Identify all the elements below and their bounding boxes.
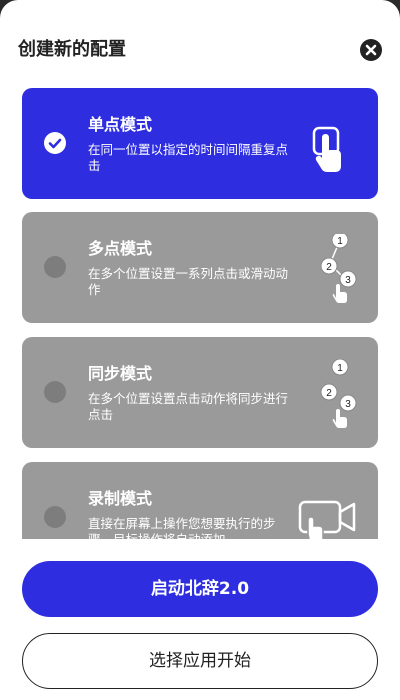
sheet-header: 创建新的配置 [18, 36, 382, 64]
mode-title: 单点模式 [88, 115, 153, 134]
record-icon [298, 500, 356, 539]
unselected-radio[interactable] [44, 506, 66, 528]
close-button[interactable] [360, 39, 382, 61]
mode-description: 在多个位置设置点击动作将同步进行点击 [88, 391, 289, 422]
svg-text:3: 3 [345, 275, 351, 286]
choose-app-button[interactable]: 选择应用开始 [22, 633, 378, 689]
mode-title: 多点模式 [88, 239, 153, 258]
mode-title: 录制模式 [88, 489, 153, 508]
sync-tap-icon: 1 2 3 [320, 359, 357, 428]
mode-card-sync[interactable]: 同步模式 在多个位置设置点击动作将同步进行点击 1 2 3 [22, 337, 378, 448]
multi-tap-icon: 1 2 3 [320, 234, 357, 303]
config-sheet: 创建新的配置 单点模式 在同一位置以指定的时间间隔重复点击 多点模式 在多个位置… [0, 0, 400, 700]
svg-text:2: 2 [326, 388, 332, 399]
close-icon [365, 44, 377, 56]
mode-description: 在同一位置以指定的时间间隔重复点击 [88, 142, 289, 173]
mode-description: 直接在屏幕上操作您想要执行的步骤，目标操作将自动添加 [88, 516, 276, 539]
svg-text:2: 2 [326, 262, 332, 273]
selected-radio[interactable] [44, 132, 66, 154]
mode-title: 同步模式 [88, 364, 153, 383]
check-icon [48, 138, 62, 149]
svg-text:1: 1 [337, 236, 343, 247]
mode-description: 在多个位置设置一系列点击或滑动动作 [88, 266, 289, 297]
svg-text:1: 1 [337, 363, 343, 374]
start-button[interactable]: 启动北辞2.0 [22, 561, 378, 617]
unselected-radio[interactable] [44, 381, 66, 403]
mode-list: 单点模式 在同一位置以指定的时间间隔重复点击 多点模式 在多个位置设置一系列点击… [22, 88, 378, 539]
mode-card-multi[interactable]: 多点模式 在多个位置设置一系列点击或滑动动作 1 2 3 [22, 212, 378, 323]
page-title: 创建新的配置 [18, 39, 126, 60]
svg-text:3: 3 [345, 399, 351, 410]
mode-card-record[interactable]: 录制模式 直接在屏幕上操作您想要执行的步骤，目标操作将自动添加 [22, 462, 378, 539]
unselected-radio[interactable] [44, 256, 66, 278]
mode-card-single[interactable]: 单点模式 在同一位置以指定的时间间隔重复点击 [22, 88, 378, 199]
single-tap-icon [312, 126, 341, 172]
